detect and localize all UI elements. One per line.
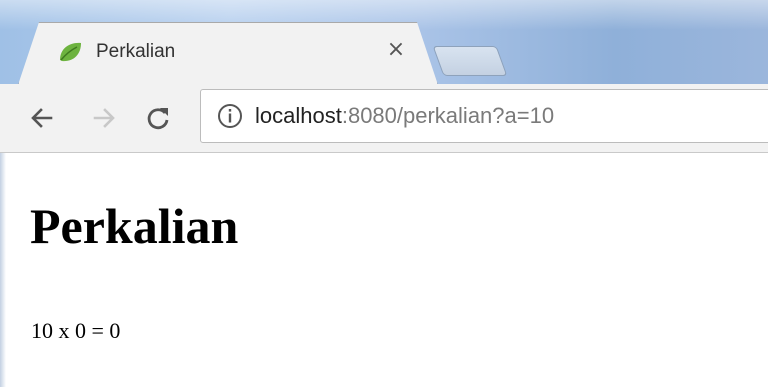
back-button[interactable]: [22, 98, 62, 138]
forward-button[interactable]: [84, 98, 124, 138]
browser-window: Perkalian × localhost:8080/perkalian?a=1…: [0, 0, 768, 387]
toolbar: localhost:8080/perkalian?a=10: [0, 84, 768, 153]
arrow-left-icon: [31, 108, 53, 128]
tab-title: Perkalian: [96, 41, 176, 62]
new-tab-button[interactable]: [432, 46, 508, 76]
page-heading: Perkalian: [30, 198, 239, 254]
leaf-icon: [60, 42, 81, 62]
arrow-right-icon: [93, 108, 115, 128]
reload-icon: [147, 108, 169, 130]
url-host: localhost: [255, 103, 342, 128]
page-content: Perkalian 10 x 0 = 0: [0, 153, 768, 387]
active-tab-content: Perkalian: [56, 34, 175, 70]
close-tab-icon[interactable]: ×: [384, 38, 408, 62]
reload-button[interactable]: [138, 98, 178, 138]
url-path: :8080/perkalian?a=10: [341, 103, 555, 128]
multiplication-result: 10 x 0 = 0: [31, 318, 121, 343]
window-left-edge: [0, 153, 6, 387]
url-text: localhost:8080/perkalian?a=10: [255, 103, 554, 129]
info-icon[interactable]: [217, 103, 243, 129]
address-bar[interactable]: localhost:8080/perkalian?a=10: [200, 89, 768, 143]
